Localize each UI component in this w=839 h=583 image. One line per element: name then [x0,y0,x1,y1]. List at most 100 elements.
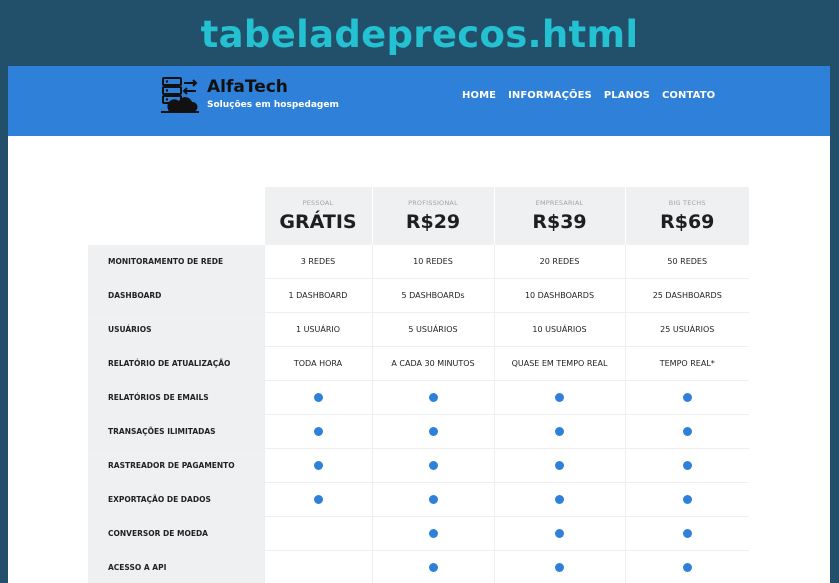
feature-row-rastreador-de-pagamento: RASTREADOR DE PAGAMENTO [88,448,749,483]
plan-price: R$29 [405,211,461,233]
included-dot-icon [555,495,564,504]
included-dot-icon [682,427,692,436]
plan-header-big-techs: BIG TECHS R$69 [624,187,749,245]
feature-row-monitoramento-de-rede: MONITORAMENTO DE REDE 3 REDES 10 REDES 20 R… [88,245,749,279]
plan-header-row: PESSOAL GRÁTIS PROFISSIONAL R$29 EMPRESARIAL… [88,187,749,245]
feature-label: MONITORAMENTO DE REDE [88,245,264,279]
feature-included-cell [624,482,749,517]
feature-label: USUÁRIOS [88,312,264,347]
feature-row-acesso-a-api: ACESSO A API [88,550,749,583]
plan-price: R$39 [532,211,587,233]
feature-included-cell [371,516,494,551]
feature-label: RELATÓRIOS DE EMAILS [88,380,264,415]
feature-value: 50 REDES [624,245,749,279]
included-dot-icon [313,427,323,436]
feature-value: 10 USUÁRIOS [493,312,625,347]
feature-label: RASTREADOR DE PAGAMENTO [88,448,264,483]
feature-included-cell [371,380,494,415]
feature-label: TRANSAÇÕES ILIMITADAS [88,414,264,449]
included-dot-icon [555,563,564,572]
feature-included-cell [263,448,372,483]
page-title: tabeladeprecos.html [200,13,639,56]
included-dot-icon [555,393,564,402]
plan-name: PROFISSIONAL [408,199,458,207]
feature-value: 5 USUÁRIOS [371,312,494,347]
feature-value: 10 REDES [371,245,494,279]
feature-row-relatorio-de-atualizacao: RELATÓRIO DE ATUALIZAÇÃO TODA HORA A CADA … [88,346,749,381]
included-dot-icon [428,495,438,504]
site-header: AlfaTech Soluções em hospedagem HOME INF… [8,66,830,136]
included-dot-icon [428,529,438,538]
feature-row-relatorios-de-emails: RELATÓRIOS DE EMAILS [88,380,749,415]
feature-value: 25 DASHBOARDS [624,278,749,313]
included-dot-icon [555,529,564,538]
browser-viewport: AlfaTech Soluções em hospedagem HOME INF… [8,66,830,583]
included-dot-icon [555,461,564,470]
feature-included-cell [493,516,625,551]
feature-value: 25 USUÁRIOS [624,312,749,347]
included-dot-icon [313,393,323,402]
plan-name: PESSOAL [302,199,334,207]
included-dot-icon [313,461,323,470]
feature-included-cell [624,448,749,483]
included-dot-icon [682,495,692,504]
feature-included-cell [624,516,749,551]
feature-value: 20 REDES [493,245,625,279]
feature-label: DASHBOARD [88,278,264,313]
pricing-table: PESSOAL GRÁTIS PROFISSIONAL R$29 EMPRESARIAL… [88,187,749,583]
included-dot-icon [428,461,438,470]
included-dot-icon [428,393,438,402]
server-cloud-icon[interactable] [160,75,200,115]
plan-price: R$69 [660,211,715,233]
plan-price: GRÁTIS [279,211,357,233]
feature-label: ACESSO A API [88,550,264,583]
feature-label: EXPORTAÇÃO DE DADOS [88,482,264,517]
feature-included-cell [624,550,749,583]
included-dot-icon [428,563,438,572]
plan-header-empresarial: EMPRESARIAL R$39 [493,187,625,245]
nav-informacoes[interactable]: INFORMAÇÕES [508,89,592,103]
feature-label: CONVERSOR DE MOEDA [88,516,264,551]
empty-corner [88,187,264,245]
feature-row-conversor-de-moeda: CONVERSOR DE MOEDA [88,516,749,551]
feature-empty-cell [263,516,372,551]
feature-empty-cell [263,550,372,583]
feature-included-cell [371,414,494,449]
plan-name: EMPRESARIAL [535,199,584,207]
feature-included-cell [263,414,372,449]
plan-header-pessoal: PESSOAL GRÁTIS [263,187,372,245]
included-dot-icon [682,529,692,538]
included-dot-icon [682,461,692,470]
feature-row-exportacao-de-dados: EXPORTAÇÃO DE DADOS [88,482,749,517]
included-dot-icon [428,427,438,436]
feature-included-cell [263,482,372,517]
feature-value: TEMPO REAL* [624,346,749,381]
feature-included-cell [371,550,494,583]
feature-included-cell [263,380,372,415]
feature-included-cell [624,414,749,449]
feature-value: QUASE EM TEMPO REAL [493,346,625,381]
included-dot-icon [313,495,323,504]
nav-contato[interactable]: CONTATO [662,89,715,103]
plan-name: BIG TECHS [668,199,706,207]
feature-included-cell [493,482,625,517]
feature-included-cell [371,448,494,483]
brand-name: AlfaTech [207,77,288,97]
feature-included-cell [493,414,625,449]
feature-value: TODA HORA [263,346,372,381]
included-dot-icon [682,563,692,572]
feature-row-transacoes-ilimitadas: TRANSAÇÕES ILIMITADAS [88,414,749,449]
feature-included-cell [493,550,625,583]
included-dot-icon [682,393,692,402]
feature-included-cell [493,380,625,415]
nav-planos[interactable]: PLANOS [604,89,650,103]
plan-header-profissional: PROFISSIONAL R$29 [371,187,494,245]
feature-value: 5 DASHBOARDs [371,278,494,313]
feature-row-usuarios: USUÁRIOS 1 USUÁRIO 5 USUÁRIOS 10 USUÁRIOS 25… [88,312,749,347]
feature-included-cell [493,448,625,483]
included-dot-icon [555,427,564,436]
feature-value: A CADA 30 MINUTOS [371,346,494,381]
feature-included-cell [371,482,494,517]
main-nav: HOME INFORMAÇÕES PLANOS CONTATO [462,89,715,103]
nav-home[interactable]: HOME [462,89,496,103]
